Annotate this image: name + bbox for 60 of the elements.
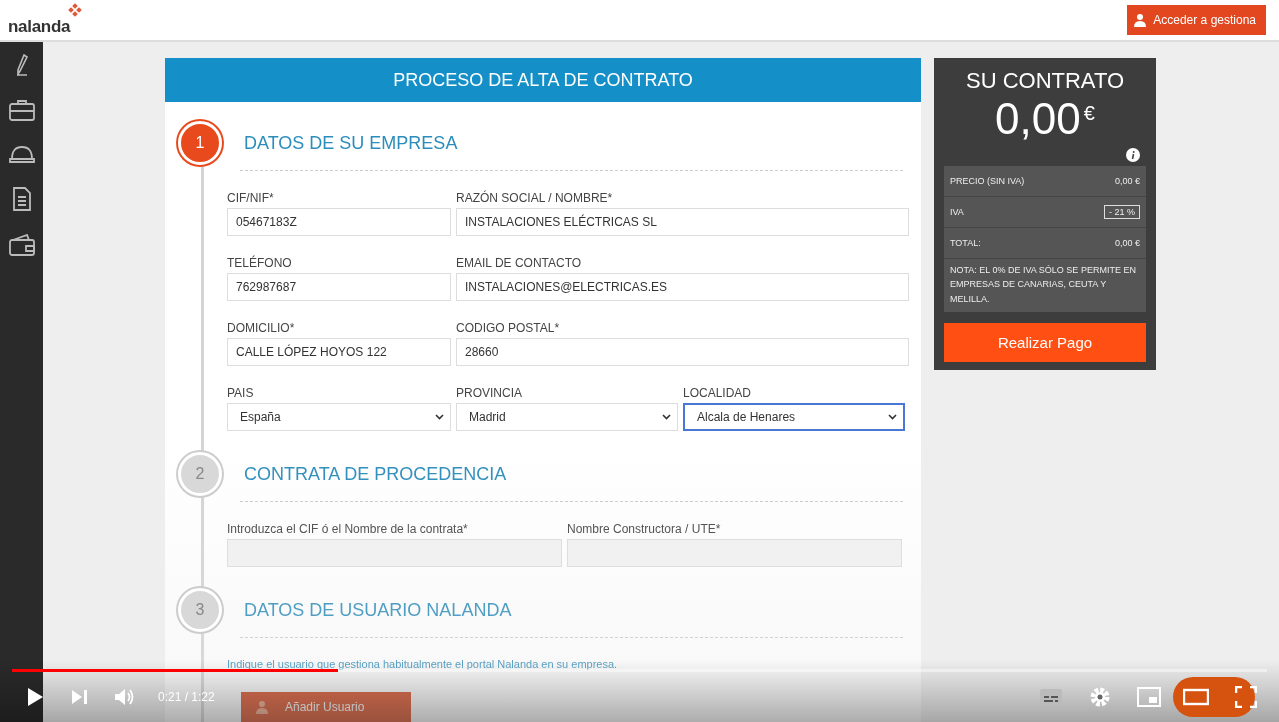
- time-display: 0:21 / 1:22: [158, 690, 215, 704]
- account-button[interactable]: Acceder a gestiona: [1127, 5, 1266, 35]
- pen-icon[interactable]: [14, 54, 29, 76]
- text-field[interactable]: 05467183Z: [227, 208, 451, 236]
- amount-text: 0,00: [995, 94, 1081, 144]
- field-label: PROVINCIA: [456, 386, 523, 400]
- text-field[interactable]: INSTALACIONES ELÉCTRICAS SL: [456, 208, 909, 236]
- info-icon[interactable]: [1126, 148, 1140, 162]
- chevron-down-icon: [662, 414, 671, 420]
- field-label: PAIS: [227, 386, 255, 400]
- price-value: 0,00 €: [1114, 176, 1140, 186]
- section-title: DATOS DE USUARIO NALANDA: [244, 599, 512, 621]
- document-icon[interactable]: [11, 187, 32, 211]
- play-icon[interactable]: [26, 687, 44, 707]
- section-title: DATOS DE SU EMPRESA: [244, 132, 458, 154]
- field-label: CODIGO POSTAL*: [456, 321, 561, 335]
- chevron-down-icon: [435, 414, 444, 420]
- field-label: Introduzca el CIF ó el Nombre de la contrata*: [227, 522, 469, 536]
- logo-text: nalanda: [8, 17, 71, 37]
- theater-mode-icon[interactable]: [1183, 688, 1209, 706]
- note-text: NOTA: EL 0% DE IVA SÓLO SE PERMITE EN EMPRESAS DE CANARIAS, CEUTA Y MELILLA.: [949, 264, 1137, 306]
- instruction-text: Indique el usuario que gestiona habitualmente el portal Nalanda en su empresa.: [227, 658, 619, 670]
- dropdown-field[interactable]: Madrid: [456, 403, 678, 431]
- help-button[interactable]: [1173, 677, 1255, 717]
- field-label: RAZÓN SOCIAL / NOMBRE*: [456, 191, 614, 205]
- tax-dropdown[interactable]: - 21 %: [1104, 205, 1140, 219]
- text-field[interactable]: [567, 539, 902, 567]
- settings-icon[interactable]: [1089, 686, 1111, 708]
- progress-bar[interactable]: [12, 669, 1267, 672]
- field-label: LOCALIDAD: [683, 386, 753, 400]
- field-label: TELÉFONO: [227, 256, 293, 270]
- form-title: PROCESO DE ALTA DE CONTRATO: [165, 58, 921, 102]
- price-label: TOTAL:: [950, 238, 981, 248]
- dropdown-field[interactable]: España: [227, 403, 451, 431]
- field-label: CIF/NIF*: [227, 191, 275, 205]
- hard-hat-icon[interactable]: [8, 144, 35, 164]
- field-label: DOMICILIO*: [227, 321, 296, 335]
- text-field[interactable]: [227, 539, 562, 567]
- briefcase-icon[interactable]: [8, 99, 35, 121]
- text-field[interactable]: 762987687: [227, 273, 451, 301]
- step-number: 3: [178, 588, 222, 632]
- wallet-icon[interactable]: [8, 234, 35, 256]
- text-field[interactable]: CALLE LÓPEZ HOYOS 122: [227, 338, 451, 366]
- step-number: 1: [178, 121, 222, 165]
- price-label: PRECIO (SIN IVA): [950, 176, 1025, 186]
- price-label: IVA: [950, 207, 964, 217]
- price-value: 0,00 €: [1114, 238, 1140, 248]
- field-label: Nombre Constructora / UTE*: [567, 522, 722, 536]
- fullscreen-icon[interactable]: [1235, 686, 1257, 708]
- summary-title: SU CONTRATO: [964, 68, 1126, 94]
- text-field[interactable]: INSTALACIONES@ELECTRICAS.ES: [456, 273, 909, 301]
- text-field[interactable]: 28660: [456, 338, 909, 366]
- chevron-down-icon: [888, 414, 897, 420]
- step-number: 2: [178, 452, 222, 496]
- section-title: CONTRATA DE PROCEDENCIA: [244, 463, 507, 485]
- field-label: EMAIL DE CONTACTO: [456, 256, 583, 270]
- currency-text: €: [1083, 102, 1095, 125]
- user-icon: [1133, 13, 1148, 27]
- dropdown-field[interactable]: Alcala de Henares: [683, 403, 905, 431]
- user-icon: [255, 700, 269, 714]
